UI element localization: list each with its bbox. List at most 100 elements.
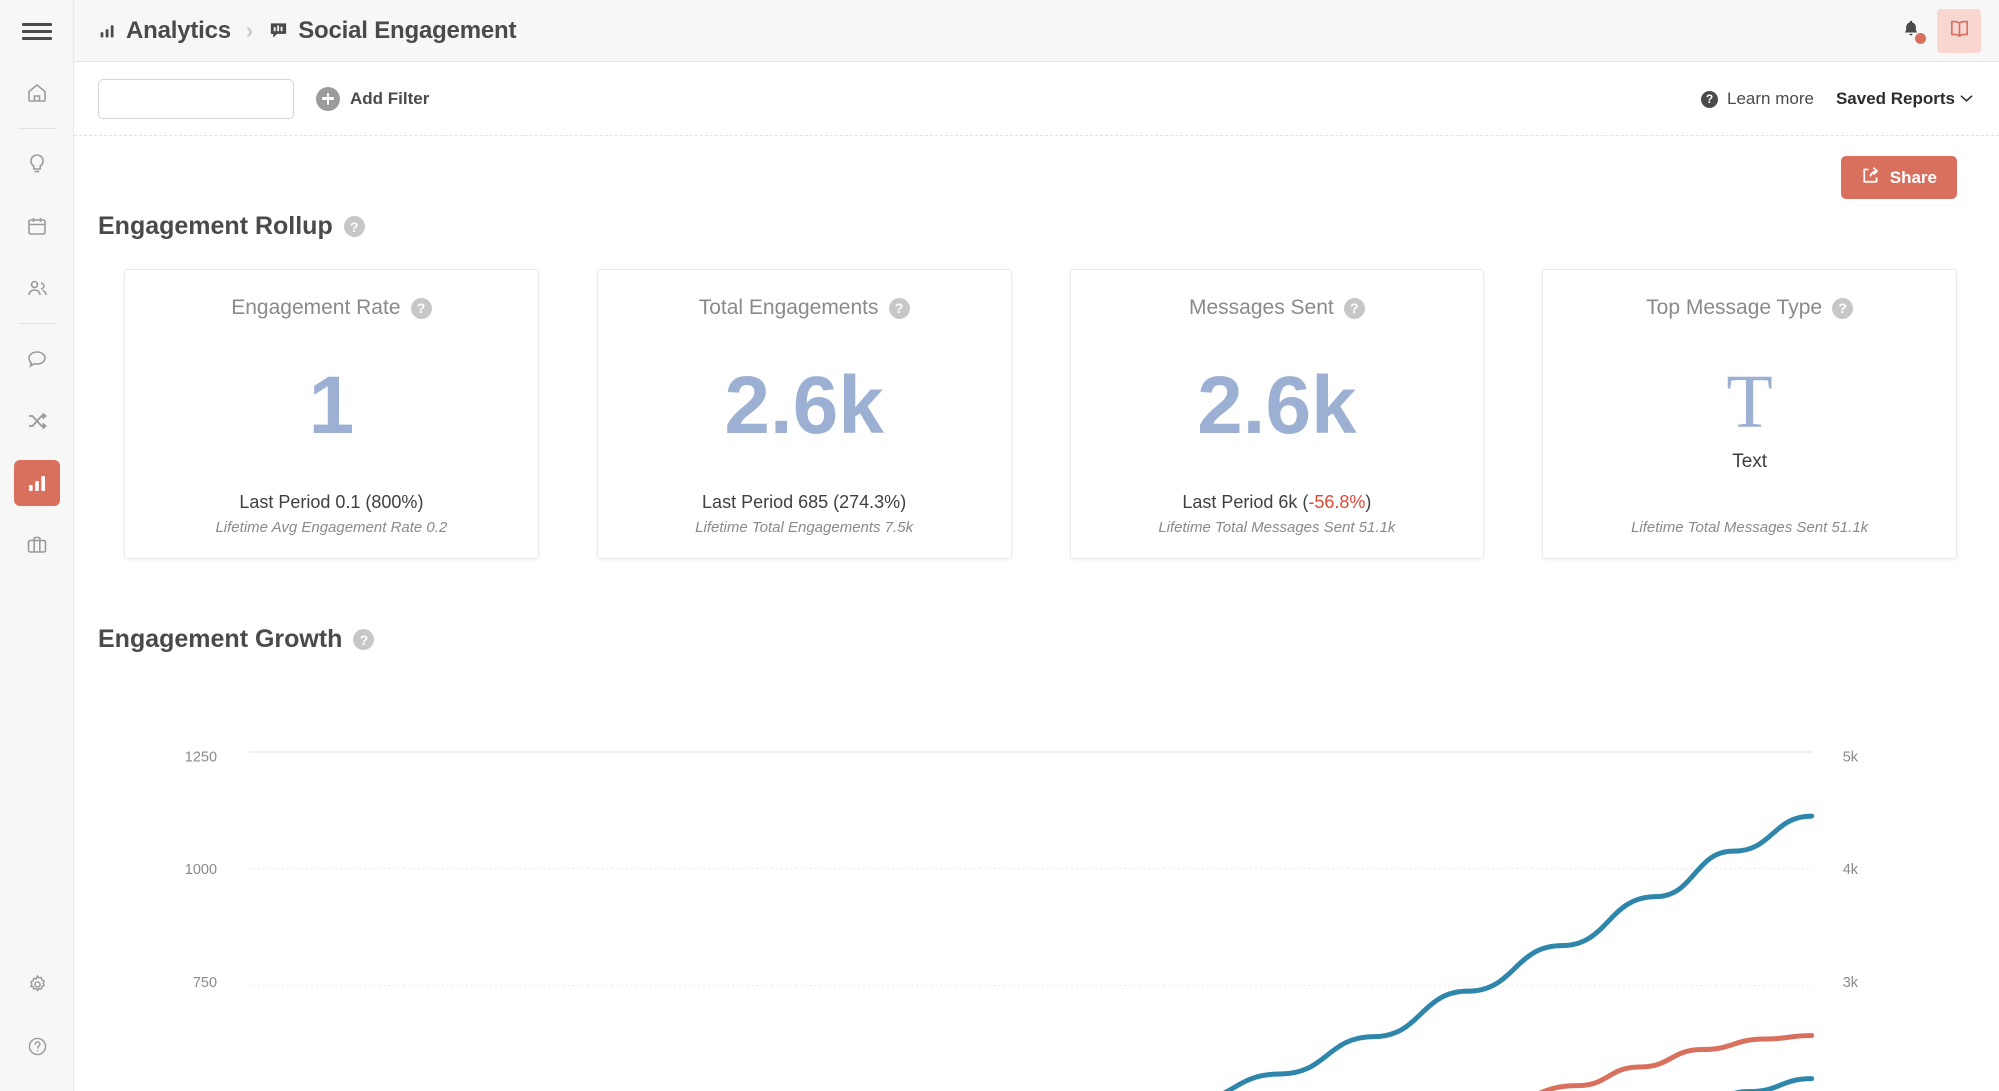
question-circle-icon[interactable]: ? (889, 298, 910, 319)
chat-bubble-icon (25, 347, 49, 371)
message-analytics-icon (268, 20, 289, 41)
sidebar-item-calendar[interactable] (14, 203, 60, 249)
card-comparison: Last Period 6k (-56.8%) (1182, 492, 1371, 513)
add-filter-button[interactable]: Add Filter (316, 87, 429, 111)
card-value: 2.6k (1197, 320, 1357, 492)
sidebar-item-messages[interactable] (14, 336, 60, 382)
card-comparison-prefix: Last Period 6k ( (1182, 492, 1308, 512)
text-type-glyph-icon: T (1726, 366, 1772, 438)
filter-bar: Add Filter ? Learn more Saved Reports (74, 62, 1999, 136)
sidebar-item-assets[interactable] (14, 522, 60, 568)
question-circle-icon[interactable]: ? (1344, 298, 1365, 319)
card-footnote: Lifetime Avg Engagement Rate 0.2 (215, 519, 447, 536)
open-book-icon (1948, 17, 1971, 45)
calendar-icon (25, 214, 49, 238)
sidebar-item-publishing[interactable] (14, 398, 60, 444)
sidebar-item-settings[interactable] (14, 961, 60, 1007)
card-title: Messages Sent (1189, 296, 1334, 320)
learn-more-link[interactable]: ? Learn more (1701, 89, 1814, 109)
card-header: Total Engagements ? (699, 296, 910, 320)
chart-gridlines (248, 752, 1812, 985)
sidebar-divider (18, 128, 56, 129)
share-button[interactable]: Share (1841, 156, 1957, 199)
growth-title: Engagement Growth (98, 625, 342, 654)
card-title: Engagement Rate (231, 296, 400, 320)
stat-card-total-engagements[interactable]: Total Engagements ? 2.6k Last Period 685… (597, 269, 1012, 559)
card-value: 1 (309, 320, 355, 492)
question-mark-icon: ? (1701, 91, 1718, 108)
card-header: Messages Sent ? (1189, 296, 1365, 320)
people-icon (25, 276, 49, 300)
share-arrow-icon (1861, 166, 1880, 190)
content-area: Engagement Rollup ? Engagement Rate ? 1 … (74, 212, 1999, 1091)
left-sidebar (0, 0, 74, 1091)
stat-card-engagement-rate[interactable]: Engagement Rate ? 1 Last Period 0.1 (800… (124, 269, 539, 559)
header-actions (1891, 0, 1981, 62)
learn-more-label: Learn more (1727, 89, 1814, 109)
saved-reports-label: Saved Reports (1836, 89, 1955, 109)
breadcrumb-item-analytics[interactable]: Analytics (98, 17, 231, 45)
app-root: Analytics › Social Engagement (0, 0, 1999, 1091)
top-header: Analytics › Social Engagement (74, 0, 1999, 62)
card-footnote: Lifetime Total Engagements 7.5k (695, 519, 913, 536)
filter-search-input[interactable] (99, 80, 294, 118)
chart-svg (98, 682, 1957, 1091)
plus-circle-icon (316, 87, 340, 111)
guide-button[interactable] (1937, 9, 1981, 53)
notification-badge-dot (1915, 33, 1926, 44)
growth-section-header: Engagement Growth ? (98, 625, 1957, 654)
card-footnote: Lifetime Total Messages Sent 51.1k (1158, 519, 1395, 536)
card-comparison: Last Period 0.1 (800%) (239, 492, 423, 513)
shuffle-icon (25, 409, 49, 433)
card-comparison-change: 274.3% (839, 492, 900, 512)
lightbulb-icon (26, 152, 48, 176)
saved-reports-dropdown[interactable]: Saved Reports (1836, 89, 1973, 109)
rollup-title: Engagement Rollup (98, 212, 333, 241)
card-comparison-change: -56.8% (1308, 492, 1365, 512)
gear-icon (26, 973, 49, 996)
bar-chart-icon (98, 21, 117, 40)
stat-card-messages-sent[interactable]: Messages Sent ? 2.6k Last Period 6k (-56… (1070, 269, 1485, 559)
sidebar-divider (18, 323, 56, 324)
card-comparison-prefix: Last Period 685 ( (702, 492, 839, 512)
card-header: Top Message Type ? (1646, 296, 1853, 320)
breadcrumb-label-analytics: Analytics (126, 17, 231, 45)
sidebar-item-help[interactable] (14, 1023, 60, 1069)
chevron-down-icon (1960, 90, 1973, 108)
question-circle-icon[interactable]: ? (344, 216, 365, 237)
card-header: Engagement Rate ? (231, 296, 431, 320)
sidebar-item-audience[interactable] (14, 265, 60, 311)
rollup-section-header: Engagement Rollup ? (98, 212, 1957, 241)
sidebar-items (0, 62, 74, 576)
chart-line-series-blue-secondary (1702, 1079, 1811, 1091)
notifications-button[interactable] (1891, 11, 1931, 51)
sidebar-bottom-items (0, 953, 74, 1077)
home-icon (25, 81, 49, 105)
chart-series (248, 816, 1812, 1091)
help-circle-icon (26, 1035, 49, 1058)
card-comparison-suffix: ) (1365, 492, 1371, 512)
card-value: 2.6k (724, 320, 884, 492)
menu-toggle-button[interactable] (0, 0, 74, 62)
card-comparison-suffix: ) (900, 492, 906, 512)
breadcrumb: Analytics › Social Engagement (98, 17, 516, 45)
sidebar-item-home[interactable] (14, 70, 60, 116)
stat-card-top-message-type[interactable]: Top Message Type ? T Text Lifetime Total… (1542, 269, 1957, 559)
bar-chart-icon (26, 472, 48, 494)
breadcrumb-item-social-engagement[interactable]: Social Engagement (268, 17, 516, 45)
sidebar-item-ideas[interactable] (14, 141, 60, 187)
question-circle-icon[interactable]: ? (1832, 298, 1853, 319)
engagement-growth-chart[interactable]: 12505k10004k7503k (98, 682, 1957, 1091)
share-label: Share (1890, 168, 1937, 188)
card-value-label: Text (1732, 451, 1767, 473)
main-column: Analytics › Social Engagement (74, 0, 1999, 1091)
question-circle-icon[interactable]: ? (411, 298, 432, 319)
chart-line-series-coral (1499, 1036, 1812, 1091)
card-footnote: Lifetime Total Messages Sent 51.1k (1631, 519, 1868, 536)
sidebar-item-analytics[interactable] (14, 460, 60, 506)
add-filter-label: Add Filter (350, 89, 429, 109)
breadcrumb-separator: › (246, 18, 253, 44)
card-comparison-change: 800% (371, 492, 417, 512)
question-circle-icon[interactable]: ? (353, 629, 374, 650)
share-row: Share (74, 136, 1999, 212)
